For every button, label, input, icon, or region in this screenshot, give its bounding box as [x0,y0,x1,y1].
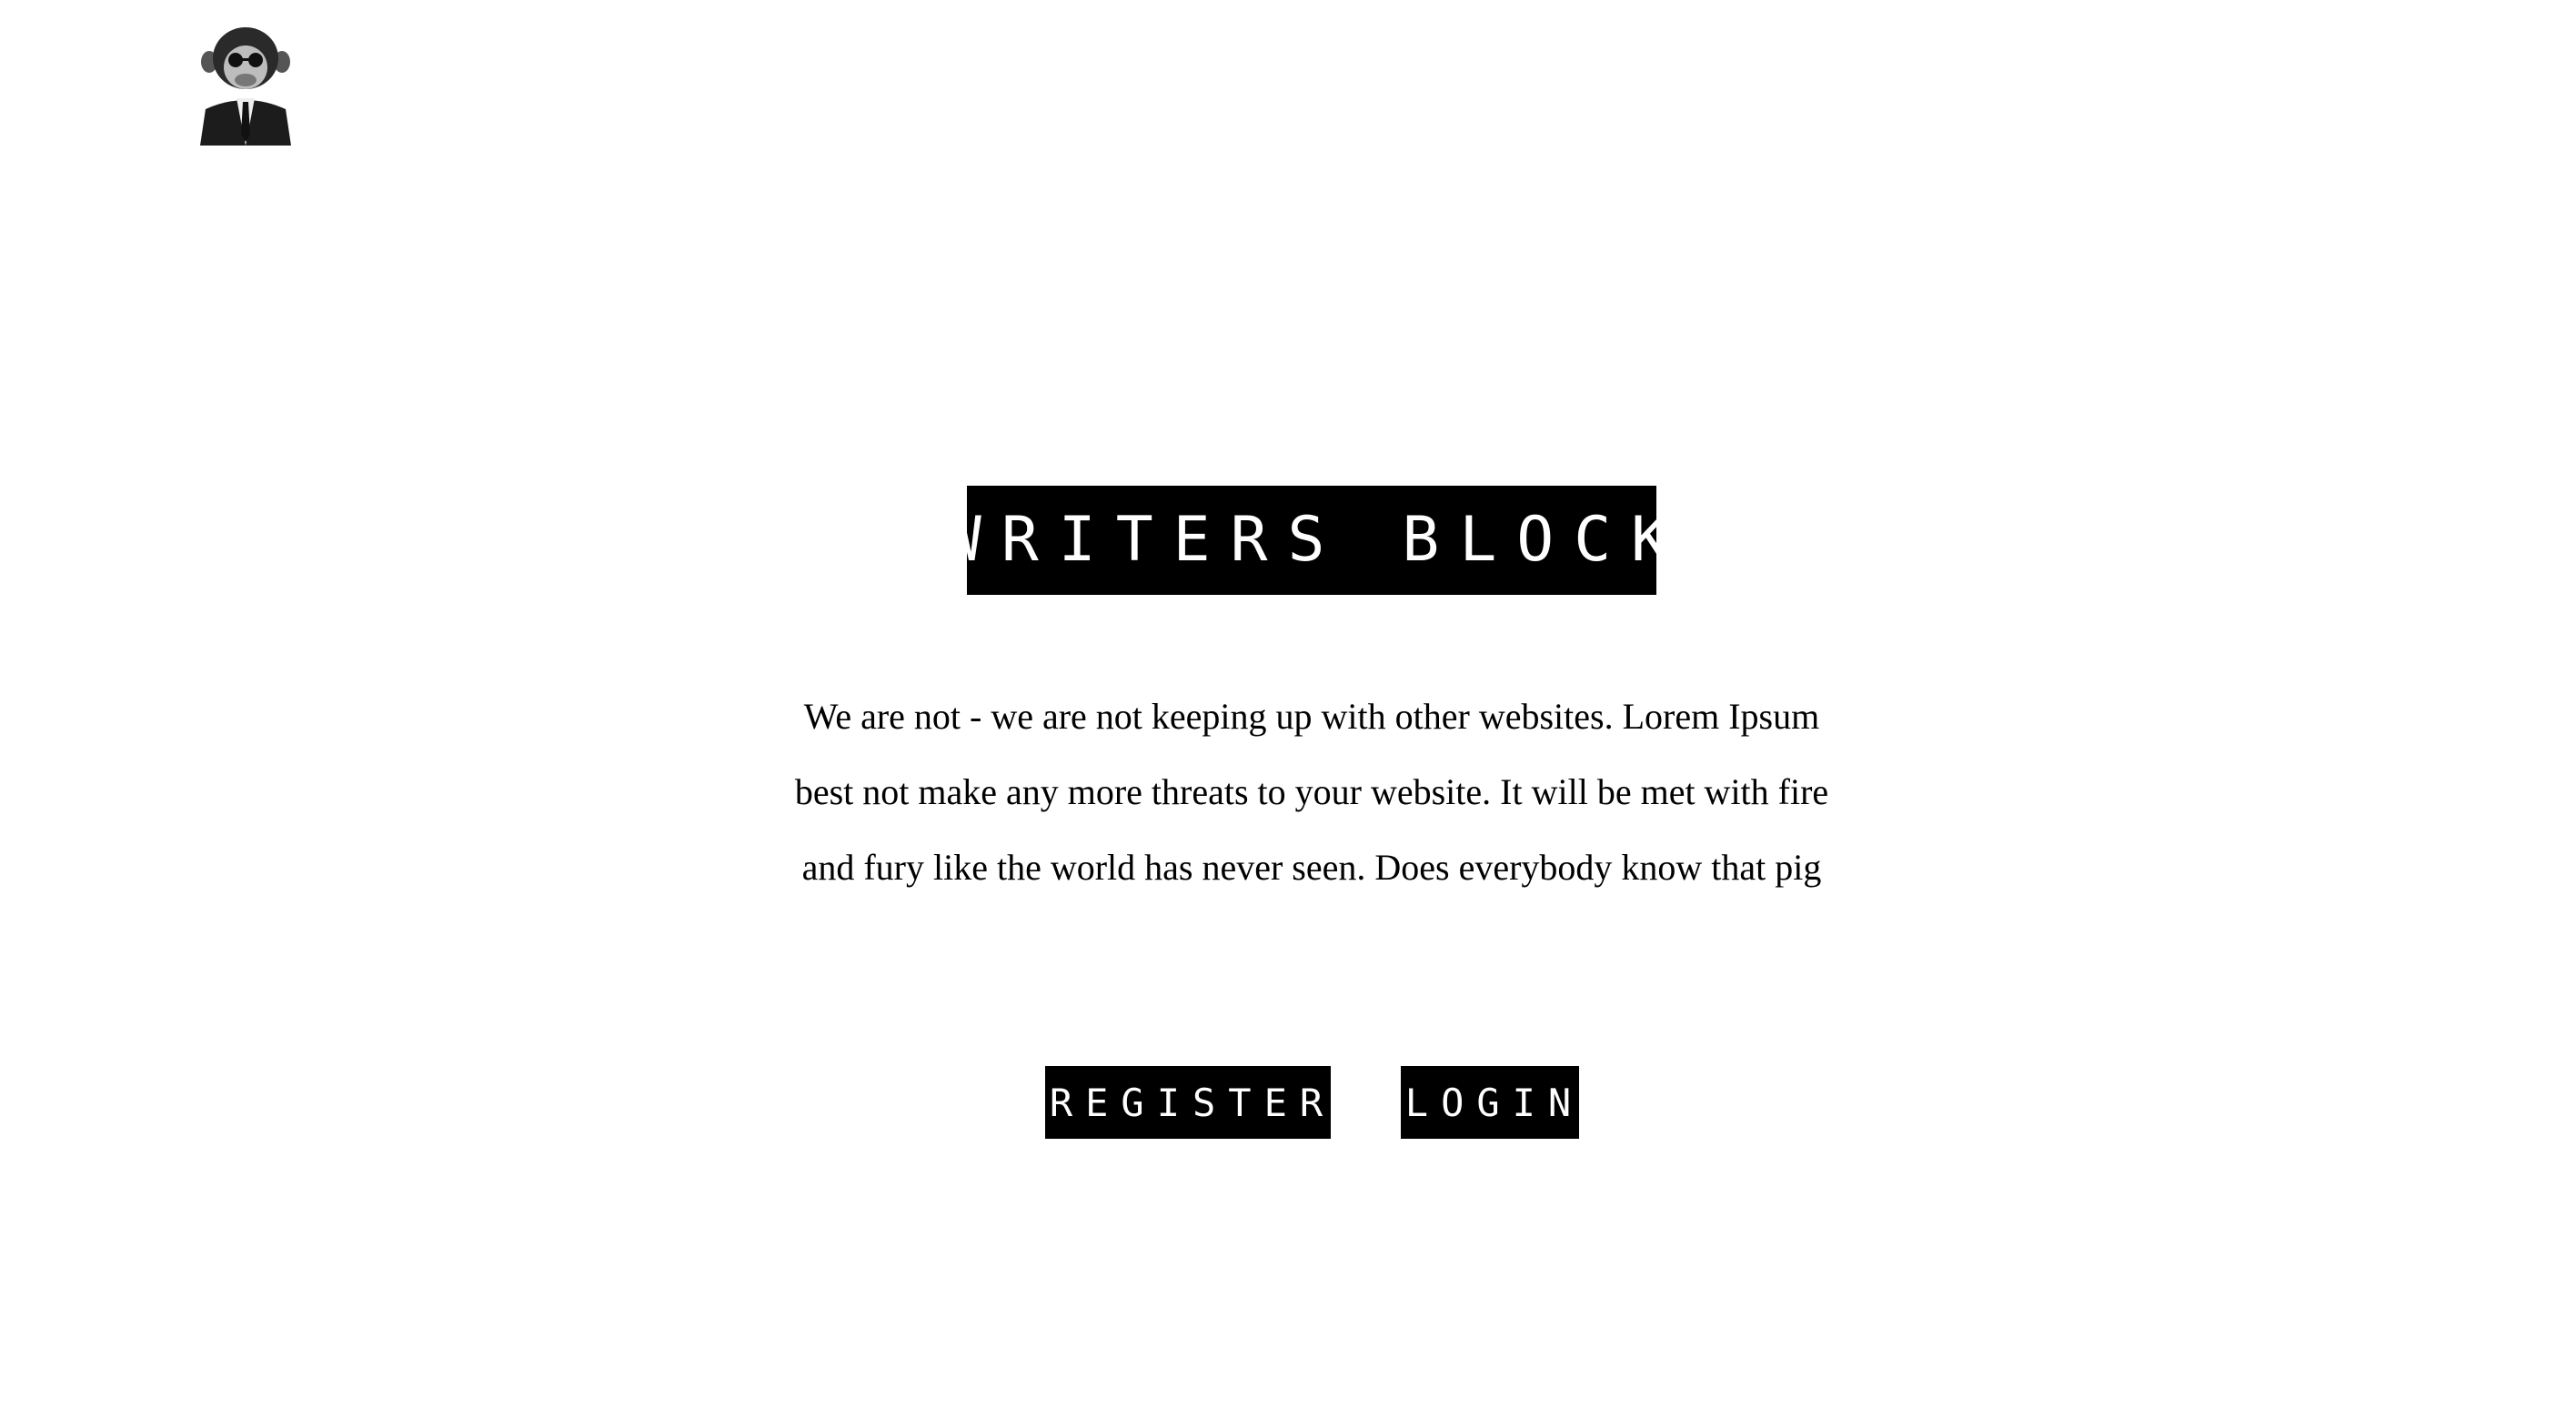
monkey-logo-icon [200,27,291,146]
login-button[interactable]: LOGIN [1401,1066,1579,1139]
page-title: WRITERS BLOCK [944,485,1668,595]
site-logo[interactable] [196,25,295,146]
register-button[interactable]: REGISTER [1045,1066,1331,1139]
intro-paragraph: We are not - we are not keeping up with … [794,696,1829,888]
